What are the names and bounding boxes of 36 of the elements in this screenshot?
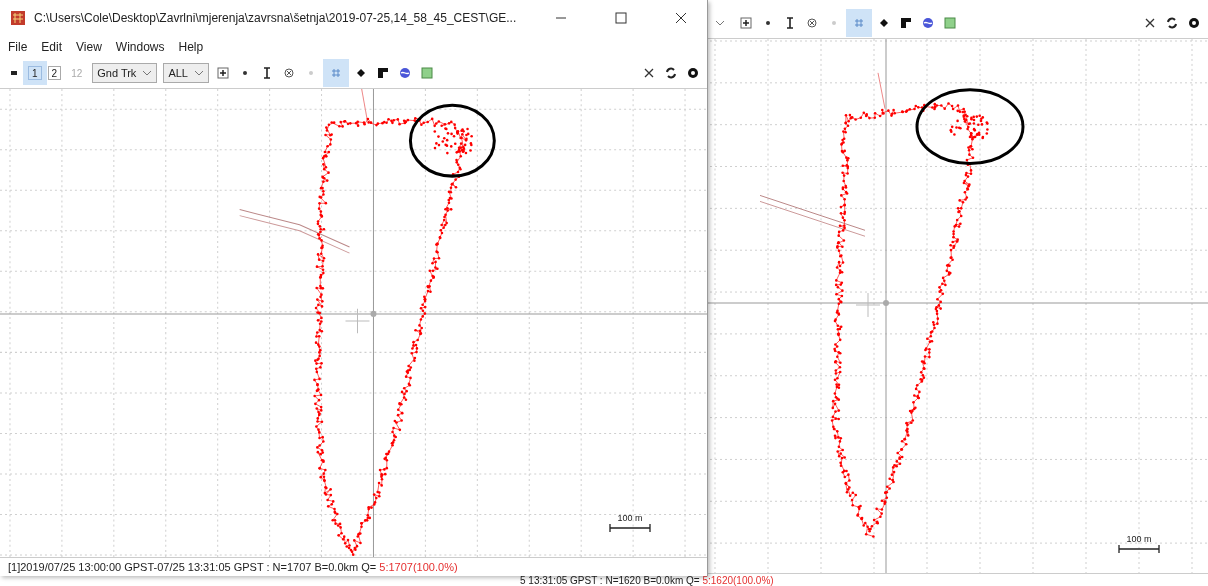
settings-icon[interactable]: [1187, 16, 1201, 30]
window-title: C:\Users\Cole\Desktop\Zavrlni\mjerenja\zavrsna\šetnja\2019-07-25,14_58_45_CEST\GE...: [34, 11, 518, 25]
globe-icon[interactable]: [921, 16, 935, 30]
menu-item[interactable]: File: [8, 40, 28, 54]
menu-item[interactable]: View: [76, 40, 102, 54]
status-text: [1]2019/07/25 13:00:00 GPST-07/25 13:31:05 GPST : N=1707 B=0.0km Q= 5:1707(100.0%): [8, 561, 458, 573]
menu-item[interactable]: Help: [178, 40, 204, 54]
refresh-icon[interactable]: [664, 66, 678, 80]
settings-icon[interactable]: [686, 66, 700, 80]
close-icon[interactable]: [1143, 16, 1157, 30]
origin-dot-icon: [883, 300, 889, 306]
dropdown[interactable]: Gnd Trk: [92, 63, 158, 83]
crosshair-icon: [855, 292, 881, 318]
scale-bar-icon: [609, 524, 651, 532]
status-text: 5 13:31:05 GPST : N=1620 B=0.0km Q= 5:1620(100.0%): [520, 574, 774, 586]
menu-item[interactable]: Edit: [41, 40, 63, 54]
crosshair-icon: [345, 308, 370, 334]
menu-item[interactable]: Windows: [115, 40, 165, 54]
app-icon: [10, 10, 26, 26]
circled-x-icon[interactable]: [805, 16, 819, 30]
scale-label: 100 m: [617, 513, 643, 523]
dropdown[interactable]: ALL: [163, 63, 209, 83]
plus-box-icon[interactable]: [739, 16, 753, 30]
dropdown-caret-icon[interactable]: [142, 68, 153, 78]
refresh-icon[interactable]: [1165, 16, 1179, 30]
dropdown-caret-icon[interactable]: [193, 68, 204, 78]
scale-label: 100 m: [1126, 534, 1152, 544]
scale-bar-icon: [1118, 545, 1160, 553]
origin-dot-icon: [370, 310, 377, 317]
plus-box-icon[interactable]: [215, 66, 230, 80]
circled-x-icon[interactable]: [281, 66, 296, 80]
plot-button[interactable]: 2: [47, 66, 62, 80]
globe-icon[interactable]: [397, 66, 412, 80]
close-icon[interactable]: [674, 11, 688, 25]
close-icon[interactable]: [642, 66, 656, 80]
maximize-icon[interactable]: [614, 11, 628, 25]
